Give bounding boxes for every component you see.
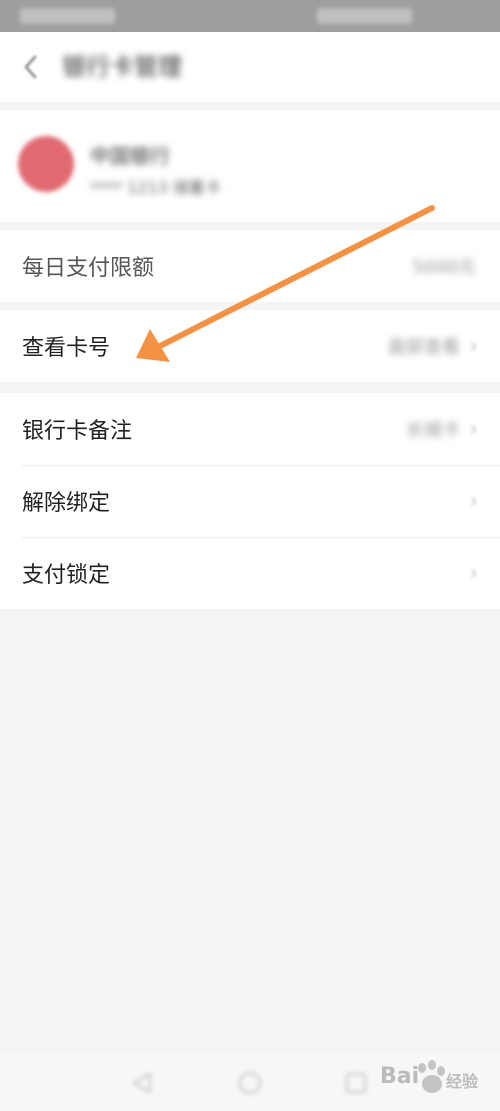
settings-group: 银行卡备注 长城卡 › 解除绑定 › 支付锁定 › [0, 393, 500, 609]
chevron-left-icon[interactable] [14, 50, 48, 84]
status-time [20, 8, 115, 24]
card-summary: 中国银行 **** 1213 储蓄卡 [0, 110, 500, 222]
bank-logo-icon [18, 136, 74, 192]
chevron-right-icon: › [469, 333, 478, 359]
row-value: 面部查看 [388, 337, 460, 358]
row-value: 长城卡 [406, 420, 460, 441]
chevron-right-icon: › [469, 488, 478, 514]
payment-lock-row[interactable]: 支付锁定 › [0, 537, 500, 609]
daily-limit-row[interactable]: 每日支付限额 5000元 [0, 230, 500, 302]
row-label: 银行卡备注 [22, 419, 133, 444]
nav-back-icon[interactable] [128, 1069, 156, 1097]
unbind-row[interactable]: 解除绑定 › [0, 465, 500, 537]
chevron-right-icon: › [469, 416, 478, 442]
bank-name: 中国银行 [90, 144, 170, 168]
nav-home-icon[interactable] [236, 1069, 264, 1097]
nav-recent-icon[interactable] [342, 1069, 370, 1097]
row-value: 5000元 [412, 257, 476, 278]
card-remark-row[interactable]: 银行卡备注 长城卡 › [0, 393, 500, 465]
row-label: 支付锁定 [22, 563, 111, 588]
watermark-suffix: 经验 [446, 1072, 479, 1091]
card-number-group: 查看卡号 面部查看 › [0, 310, 500, 382]
status-icons [317, 8, 412, 24]
chevron-right-icon: › [469, 560, 478, 586]
page-title: 银行卡管理 [62, 53, 182, 81]
row-label: 解除绑定 [22, 491, 111, 516]
card-info: **** 1213 储蓄卡 [90, 178, 221, 197]
limit-group: 每日支付限额 5000元 [0, 230, 500, 302]
row-label: 每日支付限额 [22, 256, 155, 281]
status-bar [0, 0, 500, 32]
paw-icon [418, 1060, 445, 1093]
view-card-number-row[interactable]: 查看卡号 面部查看 › [0, 310, 500, 382]
row-label: 查看卡号 [22, 336, 111, 361]
baidu-watermark: Bai 经验 [380, 1056, 496, 1104]
app-header: 银行卡管理 [0, 32, 500, 102]
